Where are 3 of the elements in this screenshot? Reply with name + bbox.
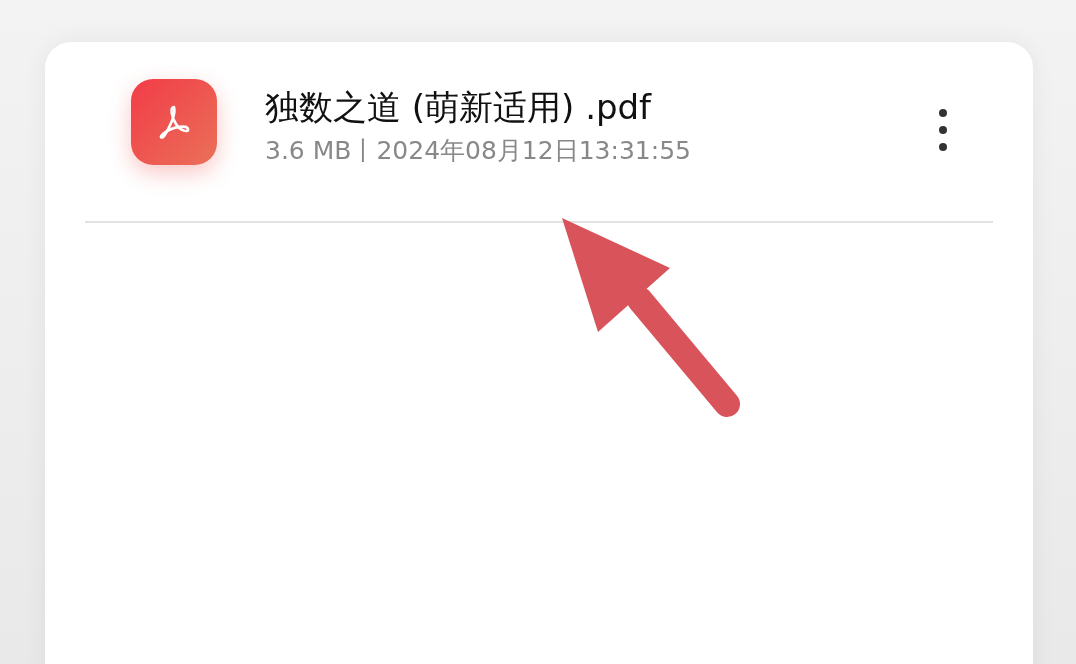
file-meta: 3.6 MB丨2024年08月12日13:31:55: [265, 134, 692, 167]
file-name: 独数之道 (萌新适用) .pdf: [265, 87, 653, 128]
pdf-icon: [131, 79, 217, 165]
